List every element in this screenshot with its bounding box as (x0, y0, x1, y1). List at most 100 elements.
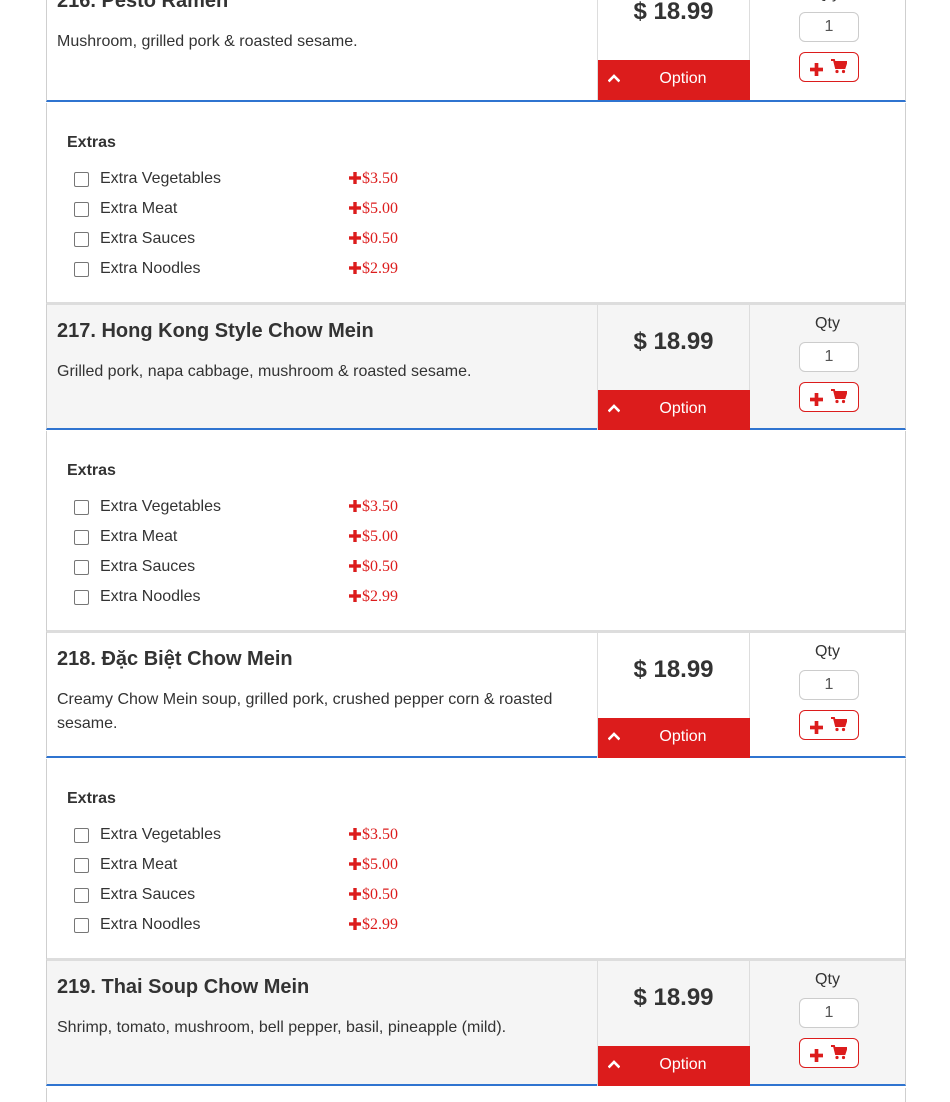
option-button-label: Option (659, 1056, 707, 1073)
extra-option-price: $0.50 (349, 886, 398, 904)
price-cell: $ 18.99 Option (597, 633, 750, 758)
extra-checkbox[interactable] (74, 500, 89, 515)
extras-panel (46, 1088, 906, 1102)
extra-checkbox[interactable] (74, 858, 89, 873)
plus-icon (349, 827, 361, 840)
item-price: $ 18.99 (633, 328, 714, 355)
option-button-label: Option (659, 400, 707, 417)
extra-option-label: Extra Vegetables (100, 170, 221, 187)
extra-option[interactable]: Extra Noodles $2.99 (74, 915, 404, 937)
quantity-input[interactable] (799, 998, 859, 1028)
add-to-cart-button[interactable] (799, 382, 859, 412)
quantity-input[interactable] (799, 342, 859, 372)
chevron-up-icon (607, 401, 621, 413)
extra-option-price: $2.99 (349, 916, 398, 934)
extra-option[interactable]: Extra Meat $5.00 (74, 855, 404, 877)
extra-price-value: $2.99 (362, 260, 398, 277)
extra-option-label: Extra Noodles (100, 260, 201, 277)
extra-option[interactable]: Extra Noodles $2.99 (74, 259, 404, 281)
quantity-input[interactable] (799, 12, 859, 42)
item-description: Shrimp, tomato, mushroom, bell pepper, b… (57, 1019, 507, 1036)
extras-panel: Extras Extra Vegetables $3.50 Extra Meat $5.… (46, 103, 906, 304)
extra-checkbox[interactable] (74, 232, 89, 247)
extra-option-price: $2.99 (349, 588, 398, 606)
price-cell: $ 18.99 Option (597, 961, 750, 1086)
menu-item-row: 219. Thai Soup Chow Mein Shrimp, tomato, … (46, 959, 906, 1086)
extra-checkbox[interactable] (74, 560, 89, 575)
chevron-up-icon (607, 1057, 621, 1069)
extra-price-value: $0.50 (362, 230, 398, 247)
extra-price-value: $3.50 (362, 498, 398, 515)
extra-option-label: Extra Meat (100, 528, 178, 545)
plus-icon (349, 261, 361, 274)
item-title: 216. Pesto Ramen (57, 0, 229, 12)
plus-icon (810, 393, 823, 406)
quantity-cell: Qty (750, 633, 905, 758)
price-cell: $ 18.99 Option (597, 305, 750, 430)
option-toggle-button[interactable]: Option (598, 60, 750, 100)
item-price: $ 18.99 (633, 0, 714, 25)
option-toggle-button[interactable]: Option (598, 390, 750, 430)
item-price: $ 18.99 (633, 984, 714, 1011)
extra-checkbox[interactable] (74, 888, 89, 903)
option-toggle-button[interactable]: Option (598, 718, 750, 758)
item-description: Grilled pork, napa cabbage, mushroom & r… (57, 363, 472, 380)
extra-option-price: $5.00 (349, 200, 398, 218)
extra-option-price: $3.50 (349, 498, 398, 516)
quantity-input[interactable] (799, 670, 859, 700)
shopping-cart-icon (831, 389, 848, 404)
extra-checkbox[interactable] (74, 172, 89, 187)
extra-option[interactable]: Extra Sauces $0.50 (74, 229, 404, 251)
plus-icon (810, 721, 823, 734)
extra-price-value: $0.50 (362, 558, 398, 575)
quantity-cell: Qty (750, 305, 905, 430)
plus-icon (349, 559, 361, 572)
extra-checkbox[interactable] (74, 918, 89, 933)
qty-label: Qty (815, 643, 840, 660)
extra-option[interactable]: Extra Meat $5.00 (74, 527, 404, 549)
extra-option-label: Extra Sauces (100, 886, 196, 903)
extra-price-value: $5.00 (362, 200, 398, 217)
extra-checkbox[interactable] (74, 530, 89, 545)
extra-option-price: $5.00 (349, 856, 398, 874)
extra-option-label: Extra Noodles (100, 588, 201, 605)
plus-icon (810, 63, 823, 76)
price-cell: $ 18.99 Option (597, 0, 750, 100)
extra-checkbox[interactable] (74, 828, 89, 843)
add-to-cart-button[interactable] (799, 710, 859, 740)
plus-icon (349, 231, 361, 244)
item-description: Mushroom, grilled pork & roasted sesame. (57, 33, 358, 50)
extra-option-price: $0.50 (349, 558, 398, 576)
extra-checkbox[interactable] (74, 202, 89, 217)
plus-icon (810, 1049, 823, 1062)
extra-checkbox[interactable] (74, 262, 89, 277)
extra-option[interactable]: Extra Noodles $2.99 (74, 587, 404, 609)
extra-option-label: Extra Vegetables (100, 498, 221, 515)
extra-checkbox[interactable] (74, 590, 89, 605)
extra-price-value: $2.99 (362, 916, 398, 933)
extra-price-value: $5.00 (362, 856, 398, 873)
menu-item-row: 217. Hong Kong Style Chow Mein Grilled po… (46, 303, 906, 430)
extra-option[interactable]: Extra Meat $5.00 (74, 199, 404, 221)
extra-option[interactable]: Extra Vegetables $3.50 (74, 169, 404, 191)
option-toggle-button[interactable]: Option (598, 1046, 750, 1086)
add-to-cart-button[interactable] (799, 52, 859, 82)
item-title: 217. Hong Kong Style Chow Mein (57, 320, 374, 342)
item-description: Creamy Chow Mein soup, grilled pork, cru… (57, 691, 553, 732)
option-button-label: Option (659, 70, 707, 87)
plus-icon (349, 917, 361, 930)
item-title: 218. Đặc Biệt Chow Mein (57, 648, 293, 670)
extra-option-label: Extra Noodles (100, 916, 201, 933)
extra-price-value: $0.50 (362, 886, 398, 903)
extra-option[interactable]: Extra Vegetables $3.50 (74, 497, 404, 519)
add-to-cart-button[interactable] (799, 1038, 859, 1068)
extra-option[interactable]: Extra Sauces $0.50 (74, 885, 404, 907)
plus-icon (349, 589, 361, 602)
extra-option-price: $3.50 (349, 826, 398, 844)
extra-option[interactable]: Extra Sauces $0.50 (74, 557, 404, 579)
qty-label: Qty (750, 0, 905, 3)
extra-option-price: $5.00 (349, 528, 398, 546)
extra-option[interactable]: Extra Vegetables $3.50 (74, 825, 404, 847)
extra-price-value: $3.50 (362, 170, 398, 187)
quantity-cell: Qty (750, 961, 905, 1086)
